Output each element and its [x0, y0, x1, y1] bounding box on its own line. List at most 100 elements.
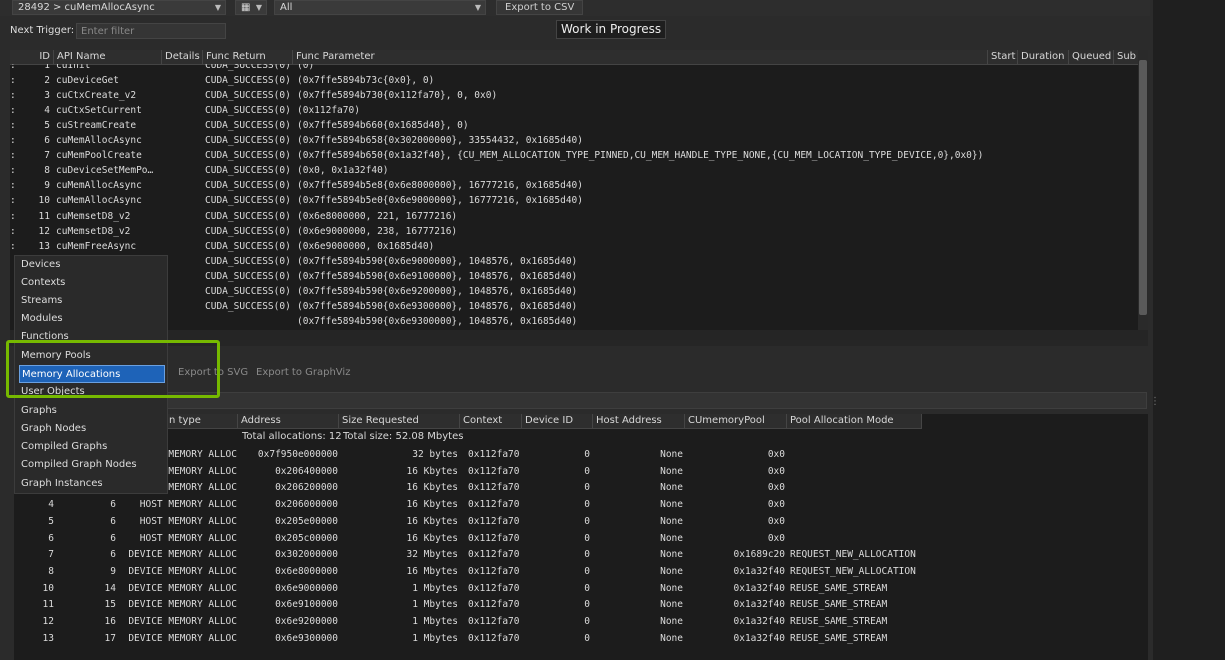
size-requested: 16 Kbytes: [406, 499, 458, 511]
col-queued[interactable]: Queued: [1069, 50, 1114, 64]
filter-select[interactable]: All ▼: [274, 0, 486, 15]
col-device-id[interactable]: Device ID: [522, 414, 593, 428]
address: 0x205e00000: [275, 515, 338, 527]
table-row[interactable]: :13 cuMemFreeAsync CUDA_SUCCESS(0) (0x6e900…: [10, 239, 1138, 254]
col-size-requested[interactable]: Size Requested: [339, 414, 460, 428]
api-id: 6: [44, 135, 50, 147]
table-row[interactable]: 10 14 DEVICE MEMORY ALLOC 0x6e9000000 1 Mbyt…: [14, 581, 1014, 597]
table-row[interactable]: :3 cuCtxCreate_v2 CUDA_SUCCESS(0) (0x7ffe58…: [10, 88, 1138, 103]
table-row[interactable]: (0x7ffe5894b590{0x6e9300000}, 1048576, 0…: [10, 314, 1138, 329]
func-parameter: (0x7ffe5894b5e0{0x6e9000000}, 16777216, …: [297, 195, 583, 207]
col-func-return[interactable]: Func Return: [203, 50, 293, 64]
col-pool-allocation-mode[interactable]: Pool Allocation Mode: [787, 414, 922, 428]
table-row[interactable]: :5 cuStreamCreate CUDA_SUCCESS(0) (0x7ffe58…: [10, 118, 1138, 133]
table-row[interactable]: :8 cuDeviceSetMemPo… CUDA_SUCCESS(0) (0x0, …: [10, 163, 1138, 178]
func-return: CUDA_SUCCESS(0): [205, 210, 291, 222]
table-row[interactable]: :7 cuMemPoolCreate CUDA_SUCCESS(0) (0x7ffe5…: [10, 148, 1138, 163]
next-trigger-label: Next Trigger:: [10, 25, 75, 36]
func-return: CUDA_SUCCESS(0): [205, 300, 291, 312]
size-requested: 32 bytes: [412, 449, 458, 460]
col-sub[interactable]: Sub: [1114, 50, 1138, 64]
col-func-parameter[interactable]: Func Parameter: [293, 50, 988, 64]
allocation-type: DEVICE MEMORY ALLOC: [128, 599, 237, 611]
menu-item-graphs[interactable]: Graphs: [21, 402, 161, 420]
col-address[interactable]: Address: [238, 414, 339, 428]
col-id[interactable]: ID: [10, 50, 54, 64]
address: 0x6e9000000: [275, 582, 338, 594]
view-mode-select[interactable]: ▦ ▼: [235, 0, 267, 15]
func-return: CUDA_SUCCESS(0): [205, 120, 291, 132]
pool-allocation-mode: REQUEST_NEW_ALLOCATION: [790, 549, 916, 561]
func-parameter: (0x7ffe5894b730{0x112fa70}, 0, 0x0): [297, 90, 498, 102]
menu-item-memory-pools[interactable]: Memory Pools: [21, 347, 161, 365]
menu-item-devices[interactable]: Devices: [21, 256, 161, 274]
func-parameter: (0x7ffe5894b590{0x6e9100000}, 1048576, 0…: [297, 270, 578, 282]
col-start[interactable]: Start: [988, 50, 1018, 64]
allocation-type: DEVICE MEMORY ALLOC: [128, 632, 237, 644]
col-duration[interactable]: Duration: [1018, 50, 1069, 64]
func-parameter: (0x7ffe5894b590{0x6e9300000}, 1048576, 0…: [297, 315, 578, 327]
table-row[interactable]: 4 6 HOST MEMORY ALLOC 0x206000000 16 Kbytes 0…: [14, 497, 1014, 513]
allocation-type: HOST MEMORY ALLOC: [139, 515, 237, 527]
table-row[interactable]: CUDA_SUCCESS(0) (0x7ffe5894b590{0x6e90000…: [10, 254, 1138, 269]
export-csv-button[interactable]: Export to CSV: [496, 0, 584, 15]
api-table-hscrollbar[interactable]: [10, 330, 1148, 340]
menu-item-modules[interactable]: Modules: [21, 310, 161, 328]
col-cumemorypool[interactable]: CUmemoryPool: [685, 414, 787, 428]
host-address: None: [660, 465, 683, 477]
table-row[interactable]: :2 cuDeviceGet CUDA_SUCCESS(0) (0x7ffe5894b…: [10, 73, 1138, 88]
menu-item-user-objects[interactable]: User Objects: [21, 383, 161, 401]
table-row[interactable]: :6 cuMemAllocAsync CUDA_SUCCESS(0) (0x7ffe5…: [10, 133, 1138, 148]
table-row[interactable]: :1 cuInit CUDA_SUCCESS(0) (0): [10, 64, 1138, 73]
table-row[interactable]: CUDA_SUCCESS(0) (0x7ffe5894b590{0x6e91000…: [10, 269, 1138, 284]
table-row[interactable]: 5 6 HOST MEMORY ALLOC 0x205e00000 16 Kbytes 0…: [14, 514, 1014, 530]
alloc-api-id: 15: [104, 599, 116, 611]
col-context[interactable]: Context: [460, 414, 522, 428]
next-trigger-input[interactable]: Enter filter: [76, 23, 226, 39]
table-row[interactable]: :11 cuMemsetD8_v2 CUDA_SUCCESS(0) (0x6e8000…: [10, 209, 1138, 224]
func-parameter: (0x6e9000000, 0x1685d40): [297, 240, 435, 252]
table-row[interactable]: 6 6 HOST MEMORY ALLOC 0x205c00000 16 Kbytes 0…: [14, 531, 1014, 547]
table-row[interactable]: :9 cuMemAllocAsync CUDA_SUCCESS(0) (0x7ffe5…: [10, 178, 1138, 193]
api-id: 7: [44, 150, 50, 162]
menu-item-compiled-graph-nodes[interactable]: Compiled Graph Nodes: [21, 456, 161, 474]
api-table-scrollbar[interactable]: [1138, 50, 1148, 330]
api-id: 1: [44, 64, 50, 71]
menu-item-graph-nodes[interactable]: Graph Nodes: [21, 420, 161, 438]
col-host-address[interactable]: Host Address: [593, 414, 685, 428]
table-row[interactable]: CUDA_SUCCESS(0) (0x7ffe5894b590{0x6e93000…: [10, 299, 1138, 314]
export-svg-button[interactable]: Export to SVG: [178, 367, 248, 378]
menu-item-contexts[interactable]: Contexts: [21, 274, 161, 292]
size-requested: 16 Kbytes: [406, 482, 458, 494]
device-id: 0: [584, 449, 590, 460]
allocations-table-body: MEMORY ALLOC 0x7f950e000000 32 bytes 0x112f…: [14, 446, 1148, 660]
menu-item-functions[interactable]: Functions: [21, 328, 161, 346]
col-details[interactable]: Details: [162, 50, 203, 64]
address: 0x206400000: [275, 465, 338, 477]
size-requested: 32 Mbytes: [406, 549, 458, 561]
table-row[interactable]: 8 9 DEVICE MEMORY ALLOC 0x6e8000000 16 Mbyte…: [14, 564, 1014, 580]
menu-item-memory-allocations[interactable]: Memory Allocations: [19, 365, 165, 383]
scrollbar-thumb[interactable]: [1139, 60, 1147, 315]
menu-item-graph-instances[interactable]: Graph Instances: [21, 475, 161, 493]
table-row[interactable]: 11 15 DEVICE MEMORY ALLOC 0x6e9100000 1 Mbyt…: [14, 597, 1014, 613]
col-api-name[interactable]: API Name: [54, 50, 162, 64]
table-row[interactable]: 13 17 DEVICE MEMORY ALLOC 0x6e9300000 1 Mbyt…: [14, 631, 1014, 647]
menu-item-streams[interactable]: Streams: [21, 292, 161, 310]
export-graphviz-button[interactable]: Export to GraphViz: [256, 367, 350, 378]
allocations-filter-input[interactable]: [160, 392, 1147, 409]
table-row[interactable]: :10 cuMemAllocAsync CUDA_SUCCESS(0) (0x7ffe…: [10, 193, 1138, 208]
splitter-handle-icon[interactable]: ⋮: [1150, 396, 1160, 407]
api-select[interactable]: 28492 > cuMemAllocAsync ▼: [12, 0, 226, 15]
table-row[interactable]: :4 cuCtxSetCurrent CUDA_SUCCESS(0) (0x112fa…: [10, 103, 1138, 118]
table-row[interactable]: 7 6 DEVICE MEMORY ALLOC 0x302000000 32 Mbyte…: [14, 547, 1014, 563]
func-return: CUDA_SUCCESS(0): [205, 165, 291, 177]
table-row[interactable]: 12 16 DEVICE MEMORY ALLOC 0x6e9200000 1 Mbyt…: [14, 614, 1014, 630]
menu-item-compiled-graphs[interactable]: Compiled Graphs: [21, 438, 161, 456]
alloc-api-id: 6: [110, 532, 116, 544]
func-parameter: (0x7ffe5894b658{0x302000000}, 33554432, …: [297, 135, 583, 147]
context: 0x112fa70: [468, 499, 520, 511]
table-row[interactable]: CUDA_SUCCESS(0) (0x7ffe5894b590{0x6e92000…: [10, 284, 1138, 299]
address: 0x206000000: [275, 499, 338, 511]
table-row[interactable]: :12 cuMemsetD8_v2 CUDA_SUCCESS(0) (0x6e9000…: [10, 224, 1138, 239]
